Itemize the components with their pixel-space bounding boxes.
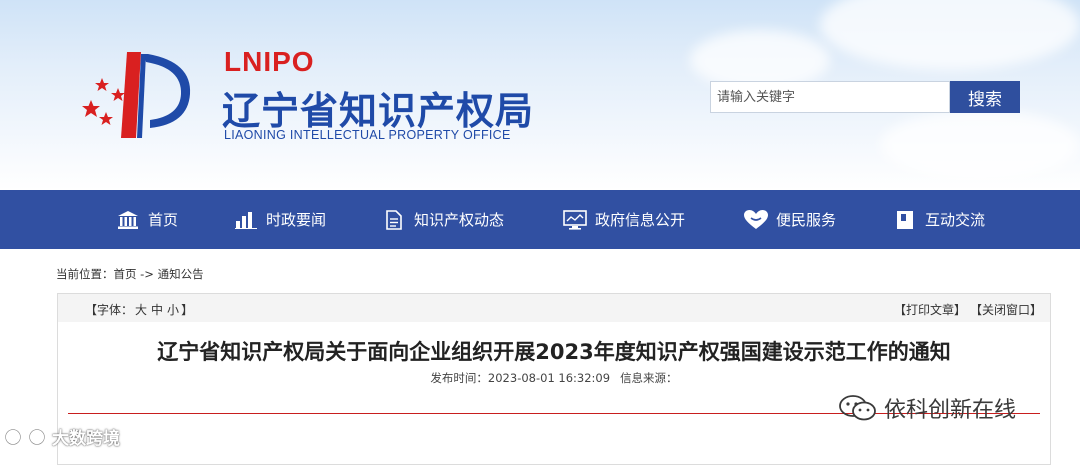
watermark-right: 依科创新在线: [838, 392, 1016, 424]
nav-item-interaction[interactable]: 互动交流: [893, 190, 985, 249]
breadcrumb-home-link[interactable]: 首页: [114, 267, 137, 281]
nav-item-news[interactable]: 时政要闻: [234, 190, 326, 249]
breadcrumb-separator: ->: [136, 267, 158, 281]
print-article-link[interactable]: 【打印文章】: [894, 303, 966, 317]
bookmark-icon: [893, 209, 917, 231]
font-size-small[interactable]: 小: [167, 303, 179, 317]
source-label: 信息来源：: [620, 371, 678, 385]
close-window-link[interactable]: 【关闭窗口】: [976, 303, 1042, 317]
article-toolbar: 【字体：大中小】 【打印文章】 【关闭窗口】: [58, 294, 1050, 322]
nav-label: 首页: [148, 211, 179, 229]
heart-icon: [744, 209, 768, 231]
watermark-left-text: 大数跨境: [52, 429, 120, 449]
brand-name: 辽宁省知识产权局: [222, 89, 535, 133]
monitor-icon: [563, 209, 587, 231]
cloud-decoration: [880, 110, 1080, 180]
font-size-close: 】: [181, 303, 194, 317]
brand-abbreviation: LNIPO: [224, 46, 315, 77]
nav-label: 互动交流: [925, 211, 986, 229]
publish-time: 2023-08-01 16:32:09: [487, 371, 611, 385]
search-input[interactable]: [710, 81, 950, 113]
wechat-icon: [839, 395, 876, 421]
font-size-large[interactable]: 大: [135, 303, 147, 317]
lnipo-logo-icon: [82, 52, 191, 138]
nav-label: 知识产权动态: [414, 211, 505, 229]
watermark-right-text: 依科创新在线: [884, 398, 1017, 423]
article-meta: 发布时间：2023-08-01 16:32:09 信息来源：: [58, 370, 1050, 386]
site-header: LNIPO 辽宁省知识产权局 LIAONING INTELLECTUAL PRO…: [0, 0, 1080, 190]
breadcrumb: 当前位置：首页 -> 通知公告: [56, 266, 204, 282]
cloud-decoration: [820, 0, 1080, 70]
font-size-medium[interactable]: 中: [151, 303, 163, 317]
chain-logo-icon: [5, 428, 45, 445]
breadcrumb-current[interactable]: 通知公告: [158, 267, 204, 281]
brand-subtitle: LIAONING INTELLECTUAL PROPERTY OFFICE: [224, 128, 511, 142]
nav-label: 时政要闻: [266, 211, 327, 229]
article-title: 辽宁省知识产权局关于面向企业组织开展2023年度知识产权强国建设示范工作的通知: [157, 340, 951, 364]
search-button[interactable]: 搜索: [950, 81, 1020, 113]
publish-label: 发布时间：: [430, 371, 488, 385]
article-panel: 【字体：大中小】 【打印文章】 【关闭窗口】 辽宁省知识产权局关于面向企业组织开展…: [57, 293, 1051, 465]
nav-item-home[interactable]: 首页: [116, 190, 178, 249]
nav-item-services[interactable]: 便民服务: [744, 190, 836, 249]
nav-item-gov-info[interactable]: 政府信息公开: [563, 190, 685, 249]
bar-chart-icon: [234, 209, 258, 231]
article-tools: 【打印文章】 【关闭窗口】: [884, 301, 1042, 318]
main-nav: 首页 时政要闻 知识产权动态 政府信息公开 便民服务 互动交流: [0, 190, 1080, 249]
font-size-label: 【字体：: [85, 303, 134, 317]
font-size-control: 【字体：大中小】: [85, 301, 193, 318]
home-icon: [116, 209, 140, 231]
document-icon: [382, 209, 406, 231]
nav-label: 便民服务: [776, 211, 837, 229]
breadcrumb-prefix: 当前位置：: [56, 267, 114, 281]
nav-item-ip-updates[interactable]: 知识产权动态: [382, 190, 504, 249]
nav-label: 政府信息公开: [595, 211, 686, 229]
watermark-left: 大数跨境: [4, 424, 120, 449]
